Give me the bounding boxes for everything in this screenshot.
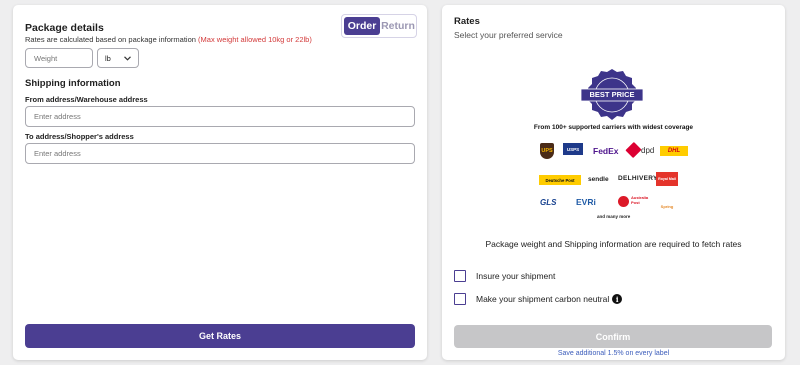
to-address-label: To address/Shopper's address [25,132,134,141]
package-subtitle: Rates are calculated based on package in… [25,35,312,44]
spring-logo: Spring [660,204,674,209]
carbon-row[interactable]: Make your shipment carbon neutral i [454,293,623,305]
weight-input[interactable] [25,48,93,68]
carbon-label: Make your shipment carbon neutral [476,294,610,304]
evri-logo: EVRi [576,197,596,207]
delhivery-logo: DELHIVERY [618,175,658,182]
max-weight-warning: (Max weight allowed 10kg or 22lb) [198,35,312,44]
ups-logo: UPS [540,143,554,159]
australia-post-icon [618,196,629,207]
dpd-logo: dpd [641,146,655,155]
get-rates-button[interactable]: Get Rates [25,324,415,348]
carbon-checkbox[interactable] [454,293,466,305]
insure-checkbox[interactable] [454,270,466,282]
dhl-logo: DHL [660,146,688,156]
shipping-info-title: Shipping information [25,78,121,89]
unit-value: lb [105,53,111,63]
required-message: Package weight and Shipping information … [485,239,742,249]
insure-row[interactable]: Insure your shipment [454,270,555,282]
package-subtitle-text: Rates are calculated based on package in… [25,35,196,44]
rates-card: Rates Select your preferred service BEST… [442,5,785,360]
best-price-badge: BEST PRICE [577,67,647,123]
australia-post-logo: Australia Post [631,195,649,205]
many-more-text: and many more [597,214,631,219]
info-icon[interactable]: i [612,294,623,304]
royal-mail-logo: Royal Mail [656,172,678,186]
badge-text: BEST PRICE [589,90,635,99]
sendle-logo: sendle [588,176,609,183]
save-link[interactable]: Save additional 1.5% on every label [442,350,785,357]
package-details-title: Package details [25,22,104,34]
toggle-order[interactable]: Order [344,17,380,35]
confirm-button[interactable]: Confirm [454,325,772,348]
unit-select[interactable]: lb [97,48,139,68]
usps-logo: USPS [563,143,583,155]
package-card: Package details Rates are calculated bas… [13,5,427,360]
dpd-cube-icon [625,141,642,159]
order-return-toggle[interactable]: Order Return [341,14,417,38]
coverage-text: From 100+ supported carriers with widest… [533,124,694,131]
insure-label: Insure your shipment [476,271,556,281]
fedex-logo: FedEx [593,146,619,156]
from-address-input[interactable] [25,106,415,127]
chevron-down-icon [124,56,131,61]
to-address-input[interactable] [25,143,415,164]
from-address-label: From address/Warehouse address [25,95,148,104]
deutsche-post-logo: Deutsche Post [539,175,581,185]
gls-logo: GLS [540,198,557,207]
rates-subtitle: Select your preferred service [454,30,563,40]
toggle-return[interactable]: Return [380,17,416,35]
rates-title: Rates [454,16,480,27]
